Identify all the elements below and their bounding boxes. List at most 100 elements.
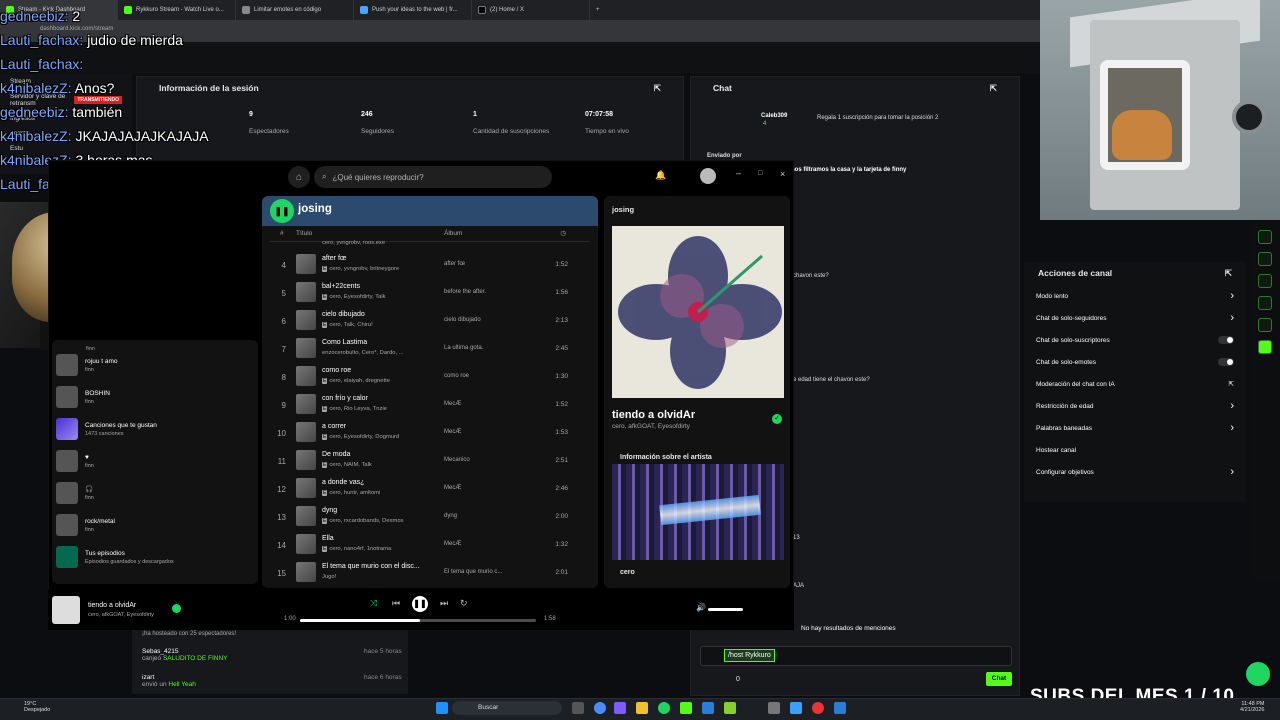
track-row[interactable]: 10 a correr Ecero, Eyesofdirty, Dogmurd Mec…	[270, 420, 590, 446]
artist-info-label: Información sobre el artista	[620, 454, 712, 461]
channel-action-item[interactable]: Restricción de edad ›	[1024, 395, 1246, 417]
channel-action-item[interactable]: Palabras baneadas ›	[1024, 417, 1246, 439]
tab-push-ideas[interactable]: Push your ideas to the web | fr...	[354, 0, 472, 20]
home-icon[interactable]: ⌂	[288, 166, 310, 188]
explicit-badge: E	[322, 546, 328, 552]
playlist-title: josing	[298, 203, 332, 215]
saved-check-icon[interactable]: ✓	[772, 414, 782, 424]
repeat-icon[interactable]: ↻	[460, 598, 468, 609]
popout-icon[interactable]: ⇱	[990, 83, 997, 94]
notification-bubble[interactable]	[1246, 662, 1270, 686]
library-item[interactable]: Tus episodios Episodios guardados y desca…	[56, 546, 174, 568]
channel-action-item[interactable]: Hostear canal	[1024, 439, 1246, 461]
bell-icon[interactable]: 🔔	[655, 170, 666, 181]
windows-start-icon[interactable]	[436, 702, 448, 714]
track-cover	[296, 254, 316, 274]
app-icon[interactable]	[614, 702, 626, 714]
points-count: 0	[736, 676, 740, 683]
maximize-icon[interactable]: □	[758, 170, 762, 177]
channel-action-item[interactable]: Modo lento ›	[1024, 285, 1246, 307]
toggle-switch[interactable]	[1218, 336, 1234, 344]
rail-icon[interactable]	[1258, 274, 1272, 288]
track-row[interactable]: 14 Ella Ecero, nano4rf, 1notrama MecÆ 1:32	[270, 532, 590, 558]
popout-icon[interactable]: ⇱	[654, 83, 661, 94]
vscode-icon[interactable]	[834, 702, 846, 714]
library-item[interactable]: Canciones que te gustan 1473 canciones	[56, 418, 157, 440]
pause-button[interactable]: ❚❚	[270, 199, 294, 223]
channel-action-item[interactable]: Chat de solo-seguidores ›	[1024, 307, 1246, 329]
library-item[interactable]: BOSHIN finn	[56, 386, 110, 408]
popout-icon[interactable]: ⇱	[1225, 268, 1232, 279]
track-artists: Ecero, Eyesofdirty, Dogmurd	[322, 434, 400, 440]
shuffle-icon[interactable]: ⤨	[370, 598, 377, 609]
now-playing-song[interactable]: tiendo a olvidAr	[612, 409, 695, 421]
volume-icon[interactable]: 🔊	[696, 603, 706, 612]
pinned-text: nos filtramos la casa y la tarjeta de fi…	[791, 167, 907, 173]
next-icon[interactable]: ⏭	[440, 598, 448, 609]
rail-icon[interactable]	[1258, 318, 1272, 332]
app-icon[interactable]	[790, 702, 802, 714]
rail-icon[interactable]	[1258, 340, 1272, 354]
track-row[interactable]: 6 cielo dibujado Ecero, Talk, Chiru! cielo …	[270, 308, 590, 334]
channel-action-item[interactable]: Moderación del chat con IA ⇱	[1024, 373, 1246, 395]
taskbar-search[interactable]: Buscar	[452, 701, 562, 715]
artist-name[interactable]: cero	[620, 569, 635, 576]
track-row[interactable]: 12 a donde vas¿ Ecero, huntr, amltomi MecÆ 2…	[270, 476, 590, 502]
spotify-library: finn rojuu t amo finn BOSHIN finn Canciones q…	[52, 340, 258, 584]
app-icon[interactable]	[812, 702, 824, 714]
overlay-chat-line: gedneebiz: también	[0, 104, 123, 120]
track-cover	[296, 282, 316, 302]
chevron-right-icon: ›	[1230, 312, 1234, 324]
system-clock[interactable]: 11:48 PM 4/21/2026	[1240, 701, 1264, 713]
track-row[interactable]: 9 con frío y calor Ecero, Rio Leyva, Tnzie…	[270, 392, 590, 418]
spotify-search-input[interactable]: ⌕ ¿Qué quieres reproducir?	[314, 166, 552, 188]
tab-x-home[interactable]: (2) Home / X	[472, 0, 590, 20]
volume-slider[interactable]	[708, 608, 744, 611]
chat-send-button[interactable]: Chat	[986, 672, 1012, 686]
avatar[interactable]	[700, 168, 716, 184]
track-row[interactable]: 4 after fœ Ecero, yvngrobv, britneygore aft…	[270, 252, 590, 278]
track-artists: cero, yvngrobv, roos.exe	[322, 240, 386, 246]
library-item[interactable]: rock/metal finn	[56, 514, 115, 536]
library-item[interactable]: rojuu t amo finn	[56, 354, 118, 376]
app-icon[interactable]	[702, 702, 714, 714]
folder-icon[interactable]	[636, 702, 648, 714]
player-cover[interactable]	[52, 596, 80, 624]
player-artists[interactable]: cero, afkGOAT, Eyesofdirty	[88, 612, 154, 618]
minimize-icon[interactable]: –	[736, 168, 741, 178]
track-row[interactable]: 7 Como Lastima enzocerobulto, Cero*, Dardo…	[270, 336, 590, 362]
library-item[interactable]: ♥ finn	[56, 450, 94, 472]
app-icon[interactable]	[768, 702, 780, 714]
new-tab-button[interactable]: +	[590, 0, 610, 20]
chat-icon[interactable]	[1258, 230, 1272, 244]
play-pause-button[interactable]: ❚❚	[412, 596, 428, 612]
now-playing-artists[interactable]: cero, afkGOAT, Eyesofdirty	[612, 423, 690, 430]
album-art	[612, 226, 784, 398]
taskview-icon[interactable]	[572, 702, 584, 714]
rail-icon[interactable]	[1258, 252, 1272, 266]
channel-action-item[interactable]: Chat de solo-emotes	[1024, 351, 1246, 373]
wrench-icon[interactable]	[1258, 296, 1272, 310]
explicit-badge: E	[322, 378, 328, 384]
x-icon	[478, 6, 486, 14]
spotify-icon[interactable]	[658, 702, 670, 714]
track-row[interactable]: 15 El tema que murio con el disc... Jugo! E…	[270, 560, 590, 586]
track-artists: Ecero, NAIM, Talk	[322, 462, 372, 468]
saved-check-icon[interactable]	[172, 604, 181, 613]
kick-icon[interactable]	[680, 702, 692, 714]
library-item[interactable]: 🎧 finn	[56, 482, 94, 504]
weather-widget[interactable]: 19°C Despejado	[24, 701, 50, 713]
chrome-icon[interactable]	[594, 702, 606, 714]
channel-action-item[interactable]: Configurar objetivos ›	[1024, 461, 1246, 483]
channel-action-item[interactable]: Chat de solo-suscriptores	[1024, 329, 1246, 351]
track-row[interactable]: 5 bal+22cents Ecero, Eyesofdirty, Talk befo…	[270, 280, 590, 306]
track-row[interactable]: 8 como roe Ecero, elaiyah, dregnette como r…	[270, 364, 590, 390]
track-row[interactable]: 11 De moda Ecero, NAIM, Talk Mecanico 2:51	[270, 448, 590, 474]
library-cover	[56, 354, 78, 376]
track-row[interactable]: 13 dyng Ecero, rxcardobands, Desmos dyng 2:0…	[270, 504, 590, 530]
toggle-switch[interactable]	[1218, 358, 1234, 366]
close-icon[interactable]: ×	[780, 169, 785, 179]
player-song[interactable]: tiendo a olvidAr	[88, 602, 136, 609]
app-icon[interactable]	[724, 702, 736, 714]
previous-icon[interactable]: ⏮	[392, 598, 400, 609]
